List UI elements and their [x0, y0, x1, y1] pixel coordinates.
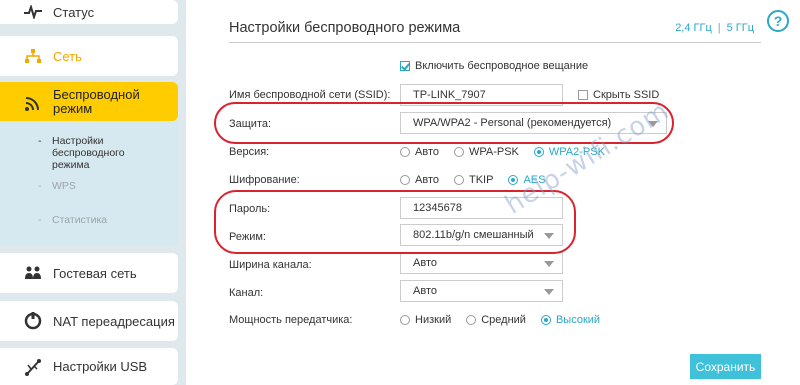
chevron-down-icon [544, 261, 554, 267]
chevron-down-icon [544, 233, 554, 239]
help-icon[interactable]: ? [767, 10, 789, 32]
chevron-down-icon [544, 289, 554, 295]
tx-power-radio-low[interactable]: Низкий [400, 314, 451, 326]
sidebar-item-label: Статус [53, 4, 95, 20]
ssid-input[interactable]: TP-LINK_7907 [400, 84, 563, 106]
sidebar-item-usb[interactable]: Настройки USB [0, 348, 178, 385]
ssid-label: Имя беспроводной сети (SSID): [229, 89, 391, 101]
sidebar-item-network[interactable]: Сеть [0, 36, 178, 76]
frequency-switch: 2,4 ГГц | 5 ГГц [675, 22, 754, 34]
checkbox-unchecked-icon [578, 90, 588, 100]
sidebar: Статус Сеть Беспроводной режим - Настрой… [0, 0, 178, 385]
sidebar-item-nat[interactable]: NAT переадресация [0, 301, 178, 341]
version-label: Версия: [229, 146, 270, 158]
page-title: Настройки беспроводного режима [229, 20, 461, 36]
enable-broadcast-checkbox[interactable]: Включить беспроводное вещание [400, 60, 588, 72]
sidebar-item-label: NAT переадресация [53, 313, 175, 329]
mode-select[interactable]: 802.11b/g/n смешанный [400, 224, 563, 246]
sidebar-item-label: Гостевая сеть [53, 265, 137, 281]
hide-ssid-checkbox[interactable]: Скрыть SSID [578, 89, 659, 101]
freq-5-tab[interactable]: 5 ГГц [727, 22, 754, 34]
checkbox-checked-icon [400, 61, 410, 71]
tx-power-radio-group: Низкий Средний Высокий [400, 314, 615, 326]
sidebar-item-label: Беспроводной режим [53, 87, 140, 116]
mode-label: Режим: [229, 231, 266, 243]
channel-label: Канал: [229, 287, 264, 299]
encryption-radio-tkip[interactable]: TKIP [453, 174, 493, 186]
sidebar-item-label: Сеть [53, 48, 82, 64]
encryption-radio-auto[interactable]: Авто [400, 174, 439, 186]
subnav-item-wireless-settings[interactable]: - Настройки беспроводного режима [38, 135, 142, 171]
version-radio-wpa-psk[interactable]: WPA-PSK [453, 146, 519, 158]
tx-power-radio-medium[interactable]: Средний [466, 314, 526, 326]
title-divider [229, 42, 761, 43]
tx-power-radio-high[interactable]: Высокий [540, 314, 600, 326]
freq-separator: | [717, 22, 721, 34]
subnav-item-statistics[interactable]: - Статистика [38, 214, 107, 226]
sidebar-item-label: Настройки USB [53, 359, 148, 374]
password-label: Пароль: [229, 203, 271, 215]
channel-width-label: Ширина канала: [229, 259, 312, 271]
pulse-icon [22, 1, 44, 23]
nat-icon [22, 310, 44, 332]
encryption-label: Шифрование: [229, 174, 300, 186]
sidebar-item-status[interactable]: Статус [0, 0, 178, 24]
usb-icon [22, 356, 44, 378]
subnav-item-wps[interactable]: - WPS [38, 180, 76, 192]
channel-width-select[interactable]: Авто [400, 252, 563, 274]
security-label: Защита: [229, 118, 272, 130]
wifi-icon [22, 92, 44, 114]
main-panel: Настройки беспроводного режима 2,4 ГГц |… [186, 0, 800, 385]
guests-icon [22, 262, 44, 284]
channel-select[interactable]: Авто [400, 280, 563, 302]
save-button[interactable]: Сохранить [690, 354, 761, 379]
freq-24-tab[interactable]: 2,4 ГГц [675, 22, 712, 34]
sidebar-subnav: - Настройки беспроводного режима - WPS -… [0, 121, 178, 245]
tx-power-label: Мощность передатчика: [229, 314, 353, 326]
version-radio-auto[interactable]: Авто [400, 146, 439, 158]
sidebar-item-wireless[interactable]: Беспроводной режим [0, 82, 178, 121]
network-icon [22, 45, 44, 67]
sidebar-item-guest-network[interactable]: Гостевая сеть [0, 253, 178, 293]
